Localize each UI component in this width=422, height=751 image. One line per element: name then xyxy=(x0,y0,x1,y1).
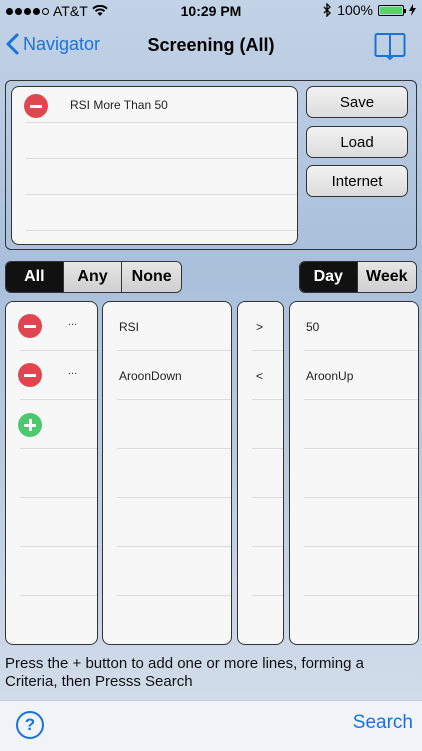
charging-icon xyxy=(409,4,416,16)
value-row-1[interactable]: 50 xyxy=(306,320,319,334)
operator-row-2[interactable]: < xyxy=(256,369,263,383)
indicator-row-1[interactable]: RSI xyxy=(119,320,139,334)
add-criteria-button[interactable] xyxy=(18,413,42,437)
saved-criteria-label[interactable]: RSI More Than 50 xyxy=(70,98,168,112)
internet-button[interactable]: Internet xyxy=(306,165,408,197)
battery-percent: 100% xyxy=(337,2,373,18)
segment-day[interactable]: Day xyxy=(300,262,357,292)
indicator-column: RSI AroonDown xyxy=(102,301,232,645)
saved-criteria-list: RSI More Than 50 xyxy=(11,86,298,245)
segment-week[interactable]: Week xyxy=(356,262,416,292)
row-1-options[interactable]: ... xyxy=(68,316,77,328)
battery-icon xyxy=(378,4,406,16)
row-2-options[interactable]: ... xyxy=(68,365,77,377)
instructions-text: Press the + button to add one or more li… xyxy=(5,655,364,690)
value-column: 50 AroonUp xyxy=(289,301,419,645)
match-mode-segment: All Any None xyxy=(5,261,182,293)
criteria-actions-column: ... ... xyxy=(5,301,98,645)
navigation-bar: Navigator Screening (All) xyxy=(0,24,422,70)
status-right: 100% xyxy=(323,2,416,18)
indicator-row-2[interactable]: AroonDown xyxy=(119,369,182,383)
page-title: Screening (All) xyxy=(147,35,275,55)
load-button[interactable]: Load xyxy=(306,126,408,158)
remove-saved-criteria-button[interactable] xyxy=(24,94,48,118)
remove-criteria-row-1-button[interactable] xyxy=(18,314,42,338)
operator-column: > < xyxy=(237,301,284,645)
operator-row-1[interactable]: > xyxy=(256,320,263,334)
book-button[interactable] xyxy=(374,32,406,65)
period-segment: Day Week xyxy=(299,261,417,293)
remove-criteria-row-2-button[interactable] xyxy=(18,363,42,387)
status-bar: AT&T 10:29 PM 100% xyxy=(0,0,422,24)
search-button[interactable]: Search xyxy=(353,712,413,734)
question-icon: ? xyxy=(24,715,36,734)
bottom-toolbar: ? Search xyxy=(0,700,422,751)
book-icon xyxy=(374,33,406,61)
segment-none[interactable]: None xyxy=(121,262,181,292)
segment-any[interactable]: Any xyxy=(62,262,122,292)
segment-all[interactable]: All xyxy=(6,262,63,292)
help-button[interactable]: ? xyxy=(16,711,44,739)
save-button[interactable]: Save xyxy=(306,86,408,118)
bluetooth-icon xyxy=(323,3,332,17)
value-row-2[interactable]: AroonUp xyxy=(306,369,353,383)
